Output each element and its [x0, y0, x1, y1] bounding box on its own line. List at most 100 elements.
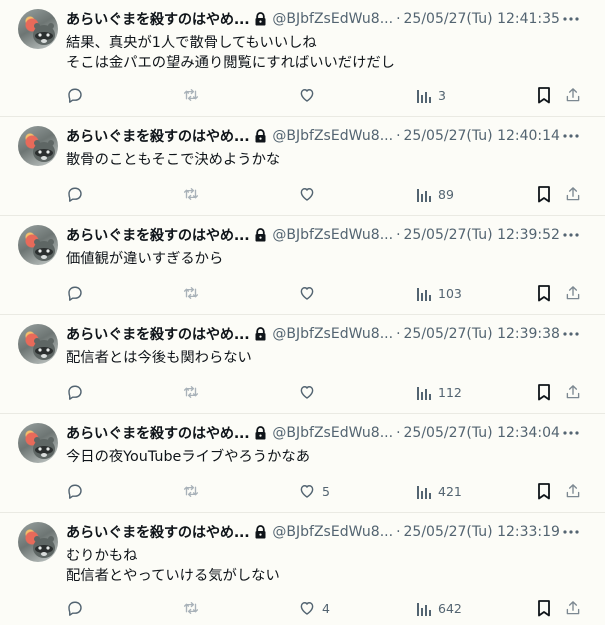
bookmark-button[interactable]: [536, 597, 552, 619]
username-handle[interactable]: @BJbfZsEdWu8...: [272, 425, 393, 441]
tweet[interactable]: あらいぐまを殺すのはやめ... @BJbfZsEdWu8... · 25/05/…: [0, 117, 605, 216]
tweet[interactable]: あらいぐまを殺すのはやめ... @BJbfZsEdWu8... · 25/05/…: [0, 513, 605, 625]
retweet-button[interactable]: [182, 183, 200, 205]
reply-icon: [68, 484, 82, 499]
raccoon-avatar-icon: [33, 338, 55, 360]
tweet-text-line: 散骨のこともそこで決めようかな: [66, 152, 281, 168]
reply-button[interactable]: [66, 597, 84, 619]
timestamp[interactable]: 25/05/27(Tu) 12:39:38: [404, 326, 560, 342]
tweet-header: あらいぐまを殺すのはやめ... @BJbfZsEdWu8... · 25/05/…: [66, 224, 597, 246]
reply-button[interactable]: [66, 84, 84, 106]
display-name[interactable]: あらいぐまを殺すのはやめ...: [66, 423, 250, 443]
display-name[interactable]: あらいぐまを殺すのはやめ...: [66, 9, 250, 29]
more-options-button[interactable]: [561, 224, 581, 246]
avatar[interactable]: [18, 126, 58, 166]
retweet-button[interactable]: [182, 480, 200, 502]
views-icon: [417, 189, 431, 202]
retweet-button[interactable]: [182, 381, 200, 403]
bookmark-button[interactable]: [536, 480, 552, 502]
retweet-icon: [183, 602, 199, 614]
username-handle[interactable]: @BJbfZsEdWu8...: [272, 524, 393, 540]
like-button[interactable]: 5: [298, 480, 330, 502]
tweet-text-line: むりかもね: [66, 548, 138, 564]
retweet-button[interactable]: [182, 84, 200, 106]
tweet-actions: 4 642: [66, 597, 589, 619]
like-count: 4: [322, 600, 330, 616]
tweet[interactable]: あらいぐまを殺すのはやめ... @BJbfZsEdWu8... · 25/05/…: [0, 315, 605, 414]
username-handle[interactable]: @BJbfZsEdWu8...: [272, 227, 393, 243]
share-icon: [566, 187, 580, 201]
share-button[interactable]: [564, 282, 582, 304]
bookmark-button[interactable]: [536, 282, 552, 304]
share-button[interactable]: [564, 84, 582, 106]
display-name[interactable]: あらいぐまを殺すのはやめ...: [66, 324, 250, 344]
avatar[interactable]: [18, 9, 58, 49]
views-button[interactable]: 89: [416, 183, 454, 205]
views-button[interactable]: 112: [416, 381, 462, 403]
share-button[interactable]: [564, 183, 582, 205]
more-options-button[interactable]: [561, 8, 581, 30]
avatar[interactable]: [18, 522, 58, 562]
retweet-button[interactable]: [182, 282, 200, 304]
more-options-button[interactable]: [561, 521, 581, 543]
more-dots-icon: [563, 233, 579, 237]
lock-icon: [254, 327, 267, 341]
share-button[interactable]: [564, 480, 582, 502]
reply-button[interactable]: [66, 480, 84, 502]
bookmark-icon: [538, 483, 550, 500]
tweet-actions: 3: [66, 84, 589, 106]
reply-button[interactable]: [66, 183, 84, 205]
like-button[interactable]: [298, 84, 322, 106]
username-handle[interactable]: @BJbfZsEdWu8...: [272, 128, 393, 144]
username-handle[interactable]: @BJbfZsEdWu8...: [272, 11, 393, 27]
views-button[interactable]: 3: [416, 84, 446, 106]
tweet-text: むりかもね 配信者とやっていける気がしない: [66, 546, 589, 586]
more-dots-icon: [563, 332, 579, 336]
timestamp[interactable]: 25/05/27(Tu) 12:41:35: [404, 11, 560, 27]
share-button[interactable]: [564, 381, 582, 403]
reply-button[interactable]: [66, 282, 84, 304]
bookmark-button[interactable]: [536, 84, 552, 106]
avatar[interactable]: [18, 324, 58, 364]
reply-icon: [68, 385, 82, 400]
views-button[interactable]: 103: [416, 282, 462, 304]
more-options-button[interactable]: [561, 125, 581, 147]
lock-icon: [254, 228, 267, 242]
header-separator: ·: [396, 524, 401, 540]
like-button[interactable]: 4: [298, 597, 330, 619]
like-button[interactable]: [298, 381, 322, 403]
like-button[interactable]: [298, 183, 322, 205]
timestamp[interactable]: 25/05/27(Tu) 12:39:52: [404, 227, 560, 243]
views-button[interactable]: 421: [416, 480, 462, 502]
heart-icon: [300, 89, 314, 102]
more-options-button[interactable]: [561, 422, 581, 444]
avatar[interactable]: [18, 225, 58, 265]
share-button[interactable]: [564, 597, 582, 619]
timestamp[interactable]: 25/05/27(Tu) 12:33:19: [404, 524, 560, 540]
display-name[interactable]: あらいぐまを殺すのはやめ...: [66, 225, 250, 245]
retweet-button[interactable]: [182, 597, 200, 619]
more-options-button[interactable]: [561, 323, 581, 345]
tweet-actions: 103: [66, 282, 589, 304]
header-separator: ·: [396, 326, 401, 342]
timestamp[interactable]: 25/05/27(Tu) 12:40:14: [404, 128, 560, 144]
tweet-text-line: そこは金パエの望み通り閲覧にすればいいだけだし: [66, 55, 395, 71]
bookmark-button[interactable]: [536, 381, 552, 403]
raccoon-avatar-icon: [33, 536, 55, 558]
tweet-header: あらいぐまを殺すのはやめ... @BJbfZsEdWu8... · 25/05/…: [66, 521, 597, 543]
tweet[interactable]: あらいぐまを殺すのはやめ... @BJbfZsEdWu8... · 25/05/…: [0, 216, 605, 315]
bookmark-button[interactable]: [536, 183, 552, 205]
username-handle[interactable]: @BJbfZsEdWu8...: [272, 326, 393, 342]
tweet[interactable]: あらいぐまを殺すのはやめ... @BJbfZsEdWu8... · 25/05/…: [0, 414, 605, 513]
display-name[interactable]: あらいぐまを殺すのはやめ...: [66, 522, 250, 542]
timestamp[interactable]: 25/05/27(Tu) 12:34:04: [404, 425, 560, 441]
like-button[interactable]: [298, 282, 322, 304]
display-name[interactable]: あらいぐまを殺すのはやめ...: [66, 126, 250, 146]
avatar[interactable]: [18, 423, 58, 463]
more-dots-icon: [563, 431, 579, 435]
views-button[interactable]: 642: [416, 597, 462, 619]
view-count: 3: [438, 87, 446, 103]
tweet[interactable]: あらいぐまを殺すのはやめ... @BJbfZsEdWu8... · 25/05/…: [0, 0, 605, 117]
retweet-icon: [183, 287, 199, 299]
reply-button[interactable]: [66, 381, 84, 403]
